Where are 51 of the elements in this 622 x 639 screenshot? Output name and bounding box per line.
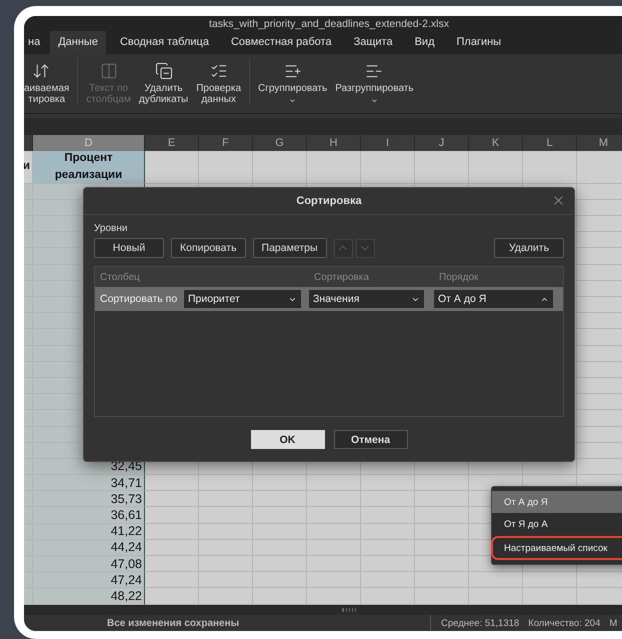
dialog-title: Сортировка: [296, 195, 362, 207]
status-message: Все изменения сохранены: [106, 618, 240, 628]
menu-tab[interactable]: Защита: [346, 31, 401, 54]
menu-option[interactable]: От Я до А: [492, 513, 622, 535]
table-cell: 41,22: [33, 524, 145, 540]
order-select[interactable]: От А до Я: [434, 290, 553, 308]
table-header: Столбец: [99, 272, 141, 282]
menu-tab[interactable]: Вид: [406, 31, 442, 54]
table-cell: 47,08: [33, 556, 145, 572]
ribbon-button[interactable]: Разгруппировать: [335, 62, 414, 105]
level-label: Сортировать по: [99, 293, 178, 305]
status-text: М: [609, 618, 618, 628]
move-down-button[interactable]: [356, 238, 375, 258]
delete-button[interactable]: Удалить: [494, 238, 564, 258]
table-header: Порядок: [438, 272, 480, 282]
dialog-button[interactable]: Копировать: [171, 238, 246, 258]
sort-on-select[interactable]: Значения: [309, 290, 424, 308]
table-cell: 48,22: [33, 588, 145, 605]
menu-tab[interactable]: Совместная работа: [222, 31, 340, 54]
status-count: Количество: 204: [528, 618, 600, 628]
column-select[interactable]: Приоритет: [184, 290, 301, 308]
section-label: Уровни: [94, 223, 128, 234]
ribbon-button[interactable]: Проверка данных: [196, 62, 242, 105]
ribbon-button[interactable]: аиваемая тировка: [24, 62, 70, 105]
window-title: tasks_with_priority_and_deadlines_extended-2.xlsx: [209, 18, 449, 30]
menu-tab[interactable]: Данные: [50, 31, 106, 54]
table-cell: 35,73: [33, 491, 145, 508]
status-average: Среднее: 51,1318: [441, 618, 520, 628]
dialog-button[interactable]: Параметры: [252, 238, 327, 258]
caret-icon: [370, 97, 379, 105]
ok-button[interactable]: OK: [250, 430, 324, 449]
table-header-cell: Процент реализации: [33, 150, 145, 184]
menu-tab[interactable]: на: [24, 31, 44, 54]
splitter-grip-icon[interactable]: [342, 608, 356, 612]
menu-tab[interactable]: Плагины: [448, 31, 510, 54]
level-row[interactable]: Сортировать по Приоритет Значения От А до Я: [95, 287, 563, 311]
table-cell: 47,24: [33, 572, 145, 588]
dialog-button[interactable]: Новый: [94, 238, 164, 258]
menu-option[interactable]: От А до Я: [492, 491, 622, 513]
table-cell: и: [24, 150, 33, 184]
move-up-button[interactable]: [334, 238, 353, 258]
caret-icon: [288, 97, 298, 105]
table-cell: 34,71: [33, 475, 145, 492]
table-header: Сортировка: [313, 272, 370, 282]
ribbon-button[interactable]: Сгруппировать: [258, 62, 328, 105]
menu-option[interactable]: Настраиваемый список: [491, 536, 622, 560]
menu-tab[interactable]: Сводная таблица: [112, 31, 217, 54]
cancel-button[interactable]: Отмена: [334, 430, 408, 449]
table-cell: 36,61: [33, 507, 145, 524]
ribbon-button[interactable]: Удалить дубликаты: [138, 62, 188, 105]
table-cell: 44,24: [33, 540, 145, 556]
